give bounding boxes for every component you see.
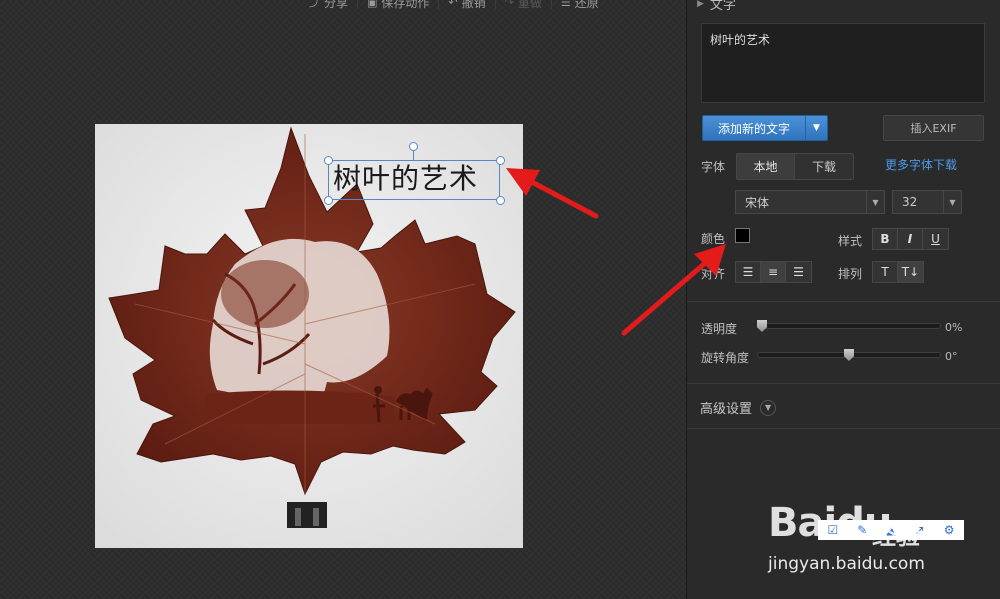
opacity-value: 0% [945, 321, 963, 334]
color-label: 颜色 [701, 232, 726, 246]
add-text-label: 添加新的文字 [717, 121, 790, 136]
undo-label: 撤销 [461, 0, 486, 10]
undo-button[interactable]: ↶ 撤销 [439, 0, 496, 10]
more-fonts-link[interactable]: 更多字体下载 [885, 156, 957, 173]
resize-handle-bottom-left[interactable] [324, 196, 333, 205]
comment-icon: ✎ [857, 523, 868, 537]
font-family-select[interactable]: 宋体 ▼ [735, 190, 885, 214]
rotate-handle[interactable] [409, 142, 418, 151]
save-action-button[interactable]: ▣ 保存动作 [358, 0, 440, 10]
share-button[interactable]: ⤴ 分享 [300, 0, 359, 10]
font-source-tabs: 本地 下载 [736, 153, 854, 180]
underline-button[interactable]: U [923, 229, 948, 249]
section-header[interactable]: ▶ 文字 [697, 0, 736, 13]
style-button-group: B I U [872, 228, 949, 250]
text-layer-content: 树叶的艺术 [333, 162, 479, 195]
redo-label: 重做 [517, 0, 542, 10]
redo-button[interactable]: ↷ 重做 [496, 0, 552, 10]
align-left-icon[interactable]: ☰ [736, 262, 761, 282]
divider [687, 428, 1000, 429]
watermark-url: jingyan.baidu.com [768, 554, 925, 574]
arrange-button-group: T T↓ [872, 261, 924, 283]
rotation-label: 旋转角度 [701, 351, 750, 365]
font-family-value: 宋体 [745, 195, 770, 210]
align-center-icon[interactable]: ≡ [761, 262, 786, 282]
resize-handle-top-left[interactable] [324, 156, 333, 165]
top-toolbar: ⤴ 分享 ▣ 保存动作 ↶ 撤销 ↷ 重做 ☰ 还原 [300, 0, 686, 10]
section-title: 文字 [709, 0, 736, 13]
italic-button[interactable]: I [898, 229, 923, 249]
restore-icon: ☰ [560, 0, 571, 9]
rotation-value: 0° [945, 350, 958, 363]
font-size-value: 32 [902, 195, 918, 209]
resize-handle-top-right[interactable] [496, 156, 505, 165]
opacity-label: 透明度 [701, 322, 738, 336]
chevron-down-icon: ▼ [866, 191, 884, 213]
align-button-group: ☰ ≡ ☰ [735, 261, 812, 283]
tab-download-fonts[interactable]: 下载 [795, 154, 853, 179]
watermark-jingyan-text: 经验 [872, 522, 920, 550]
redo-icon: ↷ [504, 0, 514, 9]
rotation-slider-thumb[interactable] [844, 349, 854, 361]
horizontal-text-icon[interactable]: T [873, 262, 898, 282]
save-action-icon: ▣ [367, 0, 378, 9]
chevron-down-icon: ▼ [943, 191, 961, 213]
add-text-dropdown-icon[interactable]: ▼ [805, 116, 827, 140]
text-input-area[interactable]: 树叶的艺术 [701, 23, 985, 103]
font-label: 字体 [701, 160, 726, 174]
share-label: 分享 [324, 0, 349, 10]
text-layer-selection[interactable]: 树叶的艺术 [328, 160, 500, 200]
opacity-slider-thumb[interactable] [757, 320, 767, 332]
divider [687, 301, 1000, 302]
collapse-triangle-icon: ▶ [697, 0, 704, 9]
settings-icon: ⚙ [943, 523, 955, 537]
divider [687, 383, 1000, 384]
resize-handle-bottom-right[interactable] [496, 196, 505, 205]
chevron-down-icon: ▼ [760, 399, 777, 416]
restore-label: 还原 [574, 0, 599, 10]
advanced-settings-toggle[interactable]: 高级设置 ▼ [700, 398, 777, 417]
opacity-slider[interactable] [757, 323, 941, 329]
arrange-label: 排列 [838, 267, 863, 281]
edit-icon: ☑ [827, 523, 839, 537]
align-right-icon[interactable]: ☰ [786, 262, 811, 282]
insert-exif-button[interactable]: 插入EXIF [883, 115, 984, 141]
restore-button[interactable]: ☰ 还原 [552, 0, 608, 10]
add-text-button[interactable]: 添加新的文字 ▼ [702, 115, 828, 141]
share-icon: ⤴ [309, 0, 320, 9]
advanced-settings-label: 高级设置 [700, 402, 753, 417]
font-size-select[interactable]: 32 ▼ [892, 190, 962, 214]
vertical-text-icon[interactable]: T↓ [898, 262, 923, 282]
undo-icon: ↶ [448, 0, 458, 9]
align-label: 对齐 [701, 267, 726, 281]
save-action-label: 保存动作 [381, 0, 430, 10]
tab-local-fonts[interactable]: 本地 [737, 154, 795, 179]
color-swatch[interactable] [735, 228, 750, 243]
style-label: 样式 [838, 234, 863, 248]
bold-button[interactable]: B [873, 229, 898, 249]
